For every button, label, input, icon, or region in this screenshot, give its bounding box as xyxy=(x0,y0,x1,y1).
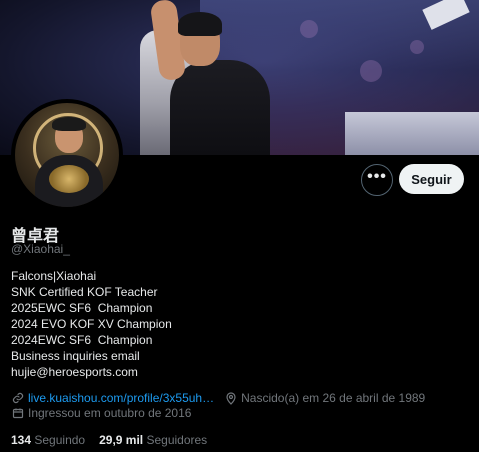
followers-link[interactable]: 29,9 mil Seguidores xyxy=(99,433,207,447)
avatar-hair xyxy=(52,117,86,131)
avatar-trophy-belt xyxy=(49,165,89,193)
profile-meta-row: Ingressou em outubro de 2016 xyxy=(11,406,191,420)
calendar-icon xyxy=(11,407,24,420)
bio-line: hujie@heroesports.com xyxy=(11,365,138,379)
followers-label: Seguidores xyxy=(146,433,208,447)
banner-desk xyxy=(345,112,479,155)
joined-item: Ingressou em outubro de 2016 xyxy=(11,406,191,420)
banner-decor xyxy=(300,20,318,38)
location-pin-icon xyxy=(224,391,237,405)
link-icon xyxy=(11,392,24,405)
bio-line: 2024EWC SF6 Champion xyxy=(11,333,153,347)
bio-line: 2024 EVO KOF XV Champion xyxy=(11,317,172,331)
banner-player xyxy=(170,60,270,155)
birth-date: Nascido(a) em 26 de abril de 1989 xyxy=(241,391,426,405)
banner-hair xyxy=(178,12,222,36)
joined-date: Ingressou em outubro de 2016 xyxy=(28,406,192,420)
banner-decor xyxy=(410,40,424,54)
bio: Falcons|Xiaohai SNK Certified KOF Teache… xyxy=(11,268,172,380)
website-item: live.kuaishou.com/profile/3x55uh… xyxy=(11,391,214,405)
avatar[interactable] xyxy=(11,99,123,211)
bio-line: Business inquiries email xyxy=(11,349,140,363)
birth-item: Nascido(a) em 26 de abril de 1989 xyxy=(224,391,425,405)
more-icon: ••• xyxy=(367,168,387,185)
follow-counts: 134 Seguindo 29,9 mil Seguidores xyxy=(11,433,207,447)
user-handle: @Xiaohai_ xyxy=(11,242,70,256)
more-options-button[interactable]: ••• xyxy=(361,164,393,196)
following-count: 134 xyxy=(11,433,32,447)
follow-button[interactable]: Seguir xyxy=(399,164,464,194)
bio-line: Falcons|Xiaohai xyxy=(11,269,97,283)
banner-decor xyxy=(360,60,382,82)
following-label: Seguindo xyxy=(34,433,86,447)
bio-line: SNK Certified KOF Teacher xyxy=(11,285,158,299)
followers-count: 29,9 mil xyxy=(99,433,144,447)
following-link[interactable]: 134 Seguindo xyxy=(11,433,85,447)
website-link[interactable]: live.kuaishou.com/profile/3x55uh… xyxy=(28,391,214,405)
bio-line: 2025EWC SF6 Champion xyxy=(11,301,153,315)
profile-meta-row: live.kuaishou.com/profile/3x55uh… Nascid… xyxy=(11,391,425,405)
